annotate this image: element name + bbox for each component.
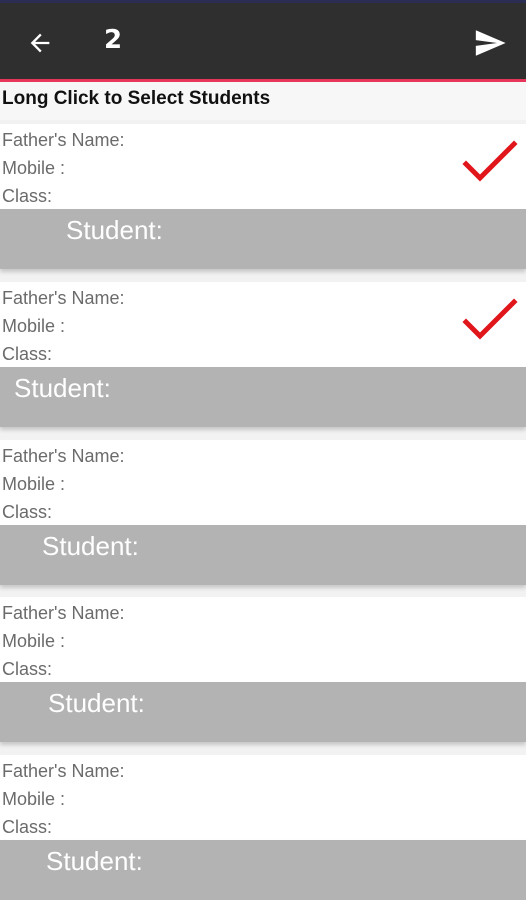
- class-label: Class:: [2, 659, 53, 679]
- mobile-label: Mobile :: [2, 789, 66, 809]
- student-card[interactable]: Father's Name: Mobile : Class: Student:: [0, 755, 526, 900]
- father-name-label: Father's Name:: [2, 446, 125, 466]
- send-button[interactable]: [468, 23, 512, 63]
- student-bar: Student:: [0, 682, 526, 742]
- class-label: Class:: [2, 502, 53, 522]
- student-card[interactable]: Father's Name: Mobile : Class: Student:: [0, 124, 526, 269]
- app-bar: 2: [0, 3, 526, 82]
- mobile-label: Mobile :: [2, 316, 66, 336]
- checkmark-icon: [462, 298, 518, 340]
- student-card[interactable]: Father's Name: Mobile : Class: Student:: [0, 282, 526, 427]
- selected-count-title: 2: [104, 25, 123, 55]
- checkmark-icon: [462, 140, 518, 182]
- student-card[interactable]: Father's Name: Mobile : Class: Student:: [0, 440, 526, 585]
- student-bar: Student:: [0, 209, 526, 269]
- student-bar: Student:: [0, 840, 526, 900]
- father-name-label: Father's Name:: [2, 288, 125, 308]
- father-name-label: Father's Name:: [2, 130, 125, 150]
- class-label: Class:: [2, 344, 53, 364]
- class-label: Class:: [2, 186, 53, 206]
- mobile-label: Mobile :: [2, 158, 66, 178]
- student-bar: Student:: [0, 367, 526, 427]
- mobile-label: Mobile :: [2, 474, 66, 494]
- send-icon: [475, 30, 506, 56]
- student-card[interactable]: Father's Name: Mobile : Class: Student:: [0, 597, 526, 742]
- father-name-label: Father's Name:: [2, 603, 125, 623]
- student-label: Student:: [42, 531, 139, 561]
- class-label: Class:: [2, 817, 53, 837]
- student-label: Student:: [66, 215, 163, 245]
- student-label: Student:: [46, 846, 143, 876]
- arrow-left-icon: [30, 33, 50, 53]
- student-label: Student:: [48, 688, 145, 718]
- father-name-label: Father's Name:: [2, 761, 125, 781]
- instruction-text: Long Click to Select Students: [0, 82, 526, 120]
- mobile-label: Mobile :: [2, 631, 66, 651]
- student-label: Student:: [14, 373, 111, 403]
- student-bar: Student:: [0, 525, 526, 585]
- back-button[interactable]: [20, 23, 60, 63]
